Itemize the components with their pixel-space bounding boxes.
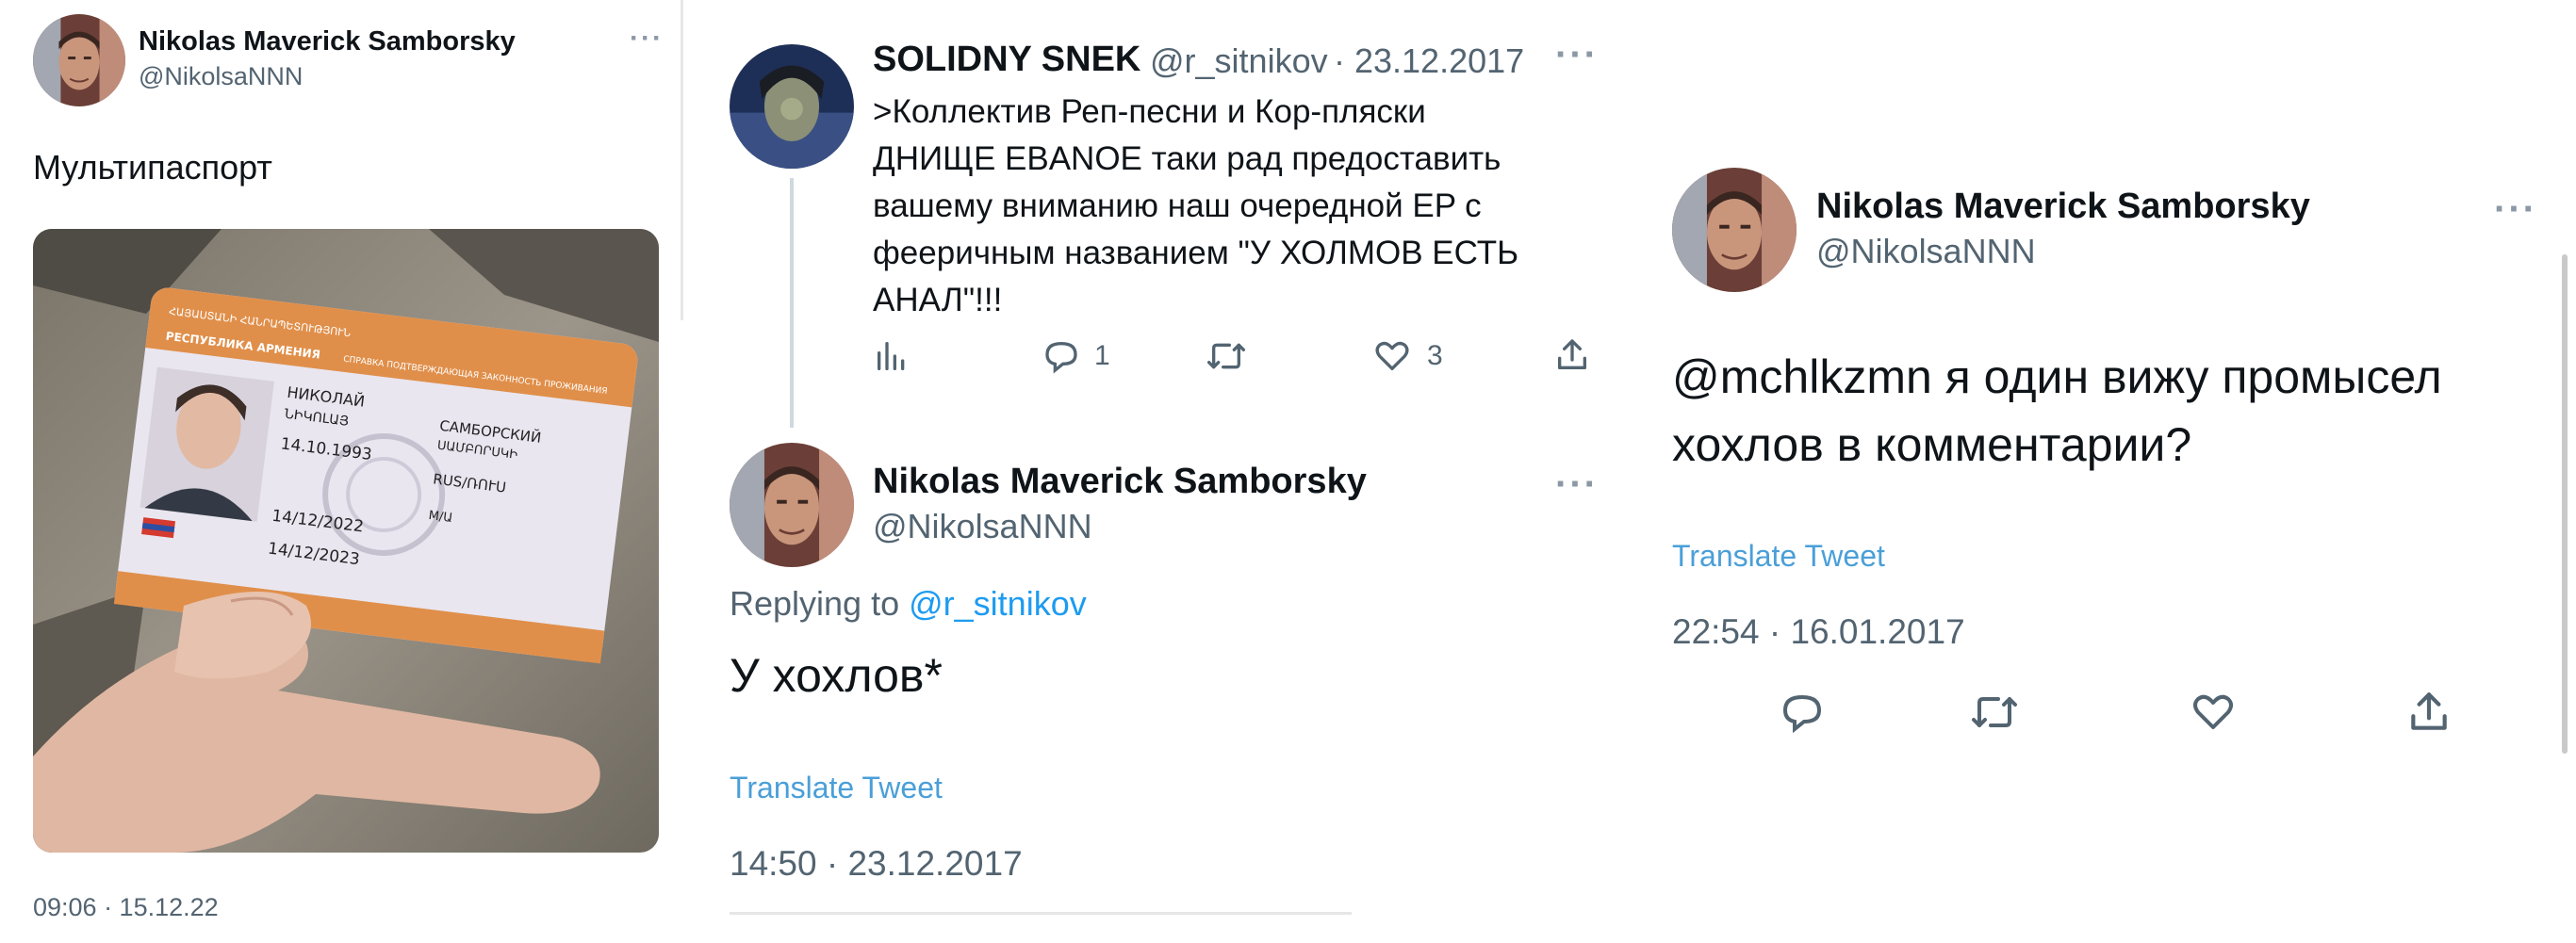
author-name[interactable]: Nikolas Maverick Samborsky bbox=[139, 26, 516, 57]
tweet-timestamp[interactable]: 14:50 · 23.12.2017 bbox=[730, 844, 1023, 884]
analytics-button[interactable] bbox=[873, 337, 911, 375]
author-name[interactable]: Nikolas Maverick Samborsky bbox=[873, 462, 1367, 502]
panel-divider bbox=[681, 0, 683, 320]
like-button[interactable]: 3 bbox=[1372, 337, 1443, 375]
mention[interactable]: @mchlkzmn bbox=[1672, 350, 1932, 403]
tweet-timestamp[interactable]: 22:54 · 16.01.2017 bbox=[1672, 612, 1965, 652]
tweet-text: Мультипаспорт bbox=[33, 148, 272, 187]
tweet-text: У хохлов* bbox=[730, 649, 943, 702]
reply-button[interactable]: 1 bbox=[1042, 337, 1110, 375]
share-button[interactable] bbox=[2405, 688, 2453, 737]
tweet-panel-comment: Nikolas Maverick Samborsky @NikolsaNNN ·… bbox=[1640, 0, 2576, 943]
more-icon[interactable]: ··· bbox=[1555, 463, 1599, 506]
share-icon bbox=[1558, 339, 1586, 369]
tweet-text: @mchlkzmn я один вижу промысел хохлов в … bbox=[1672, 343, 2442, 479]
like-count: 3 bbox=[1427, 340, 1443, 371]
text-line: ДНИЩЕ EBANOE таки рад предоставить bbox=[873, 140, 1501, 177]
tweet-timestamp[interactable]: 09:06 · 15.12.22 bbox=[33, 893, 219, 922]
like-icon bbox=[1375, 341, 1409, 370]
translate-tweet-link[interactable]: Translate Tweet bbox=[730, 771, 943, 805]
tweet-panel-passport: Nikolas Maverick Samborsky @NikolsaNNN ·… bbox=[0, 0, 682, 943]
author-name[interactable]: SOLIDNY SNEK bbox=[873, 40, 1140, 80]
tweet-text: >Коллектив Реп-песни и Кор-пляски ДНИЩЕ … bbox=[873, 89, 1518, 324]
author-handle[interactable]: @r_sitnikov bbox=[1150, 41, 1328, 81]
reply-count: 1 bbox=[1094, 340, 1110, 371]
more-icon[interactable]: ··· bbox=[630, 23, 664, 55]
scrollbar[interactable] bbox=[2562, 254, 2568, 754]
text-line: @mchlkzmn я один вижу промысел bbox=[1672, 343, 2442, 411]
retweet-button[interactable] bbox=[1205, 337, 1248, 375]
avatar[interactable] bbox=[33, 14, 125, 106]
text-line: хохлов в комментарии? bbox=[1672, 418, 2192, 471]
retweet-button[interactable] bbox=[1968, 690, 2021, 735]
tweet-panel-thread: SOLIDNY SNEK @r_sitnikov · 23.12.2017 ··… bbox=[697, 0, 1612, 943]
author-name[interactable]: Nikolas Maverick Samborsky bbox=[1816, 187, 2310, 227]
text-rest: я один вижу промысел bbox=[1931, 350, 2442, 403]
reply-icon bbox=[1782, 694, 1822, 734]
tweet-date[interactable]: · 23.12.2017 bbox=[1334, 41, 1524, 81]
avatar[interactable] bbox=[1672, 168, 1797, 292]
sex: M/Ա bbox=[428, 509, 453, 526]
share-button[interactable] bbox=[1553, 335, 1591, 375]
tweet-photo[interactable]: ՀԱՅԱՍՏԱՆԻ ՀԱՆՐԱՊԵՏՈՒԹՅՈՒՆ РЕСПУБЛИКА АРМ… bbox=[33, 229, 659, 853]
bottom-divider bbox=[730, 912, 1352, 915]
reply-icon bbox=[1045, 341, 1077, 374]
replying-to-link[interactable]: @r_sitnikov bbox=[909, 584, 1087, 623]
translate-tweet-link[interactable]: Translate Tweet bbox=[1672, 539, 1885, 574]
text-line: >Коллектив Реп-песни и Кор-пляски bbox=[873, 93, 1426, 130]
author-handle[interactable]: @NikolsaNNN bbox=[139, 62, 303, 91]
analytics-icon bbox=[878, 342, 905, 370]
retweet-icon bbox=[1206, 343, 1245, 369]
more-icon[interactable]: ··· bbox=[1555, 34, 1599, 76]
share-icon bbox=[2411, 692, 2447, 730]
retweet-icon bbox=[1972, 697, 2017, 727]
reply-button[interactable] bbox=[1778, 690, 1827, 735]
text-line: вашему вниманию наш очередной EP с bbox=[873, 187, 1482, 224]
avatar[interactable] bbox=[730, 443, 854, 567]
replying-prefix: Replying to bbox=[730, 584, 900, 623]
thread-line bbox=[790, 178, 794, 428]
text-line: АНАЛ"!!! bbox=[873, 282, 1003, 318]
more-icon[interactable]: ··· bbox=[2494, 188, 2537, 231]
like-button[interactable] bbox=[2189, 690, 2238, 735]
text-line: фееричным названием "У ХОЛМОВ ЕСТЬ bbox=[873, 235, 1519, 271]
replying-to: Replying to @r_sitnikov bbox=[730, 584, 1087, 624]
author-handle[interactable]: @NikolsaNNN bbox=[1816, 232, 2036, 271]
like-icon bbox=[2193, 694, 2233, 729]
author-handle[interactable]: @NikolsaNNN bbox=[873, 507, 1092, 546]
passport-photo: ՀԱՅԱՍՏԱՆԻ ՀԱՆՐԱՊԵՏՈՒԹՅՈՒՆ РЕСПУБЛИКА АРМ… bbox=[33, 229, 659, 853]
avatar[interactable] bbox=[730, 44, 854, 169]
